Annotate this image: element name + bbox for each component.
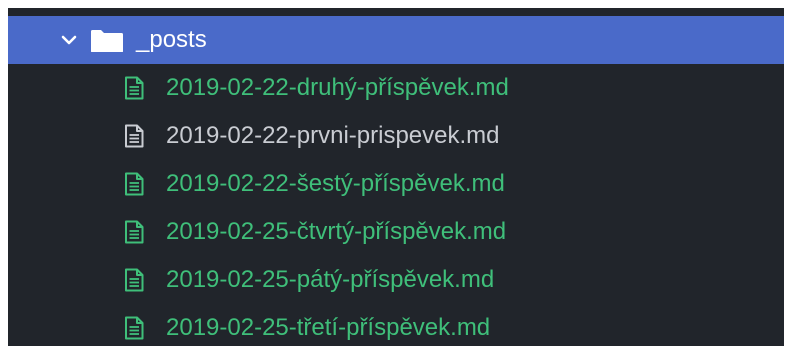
file-label: 2019-02-22-druhý-příspěvek.md (166, 74, 509, 101)
file-label: 2019-02-22-šestý-příspěvek.md (166, 170, 505, 197)
file-row[interactable]: 2019-02-22-druhý-příspěvek.md (8, 64, 784, 112)
folder-icon (91, 30, 123, 52)
file-text-icon (125, 268, 144, 292)
file-text-icon (125, 76, 144, 100)
file-text-icon (125, 172, 144, 196)
file-tree: _posts 2019-02-22-druhý-příspěvek.md 2019… (8, 8, 784, 346)
file-label: 2019-02-25-třetí-příspěvek.md (166, 314, 491, 341)
file-row[interactable]: 2019-02-22-šestý-příspěvek.md (8, 160, 784, 208)
file-text-icon (125, 316, 144, 340)
file-label: 2019-02-25-pátý-příspěvek.md (166, 266, 495, 293)
file-row[interactable]: 2019-02-25-třetí-příspěvek.md (8, 304, 784, 346)
file-row[interactable]: 2019-02-25-čtvrtý-příspěvek.md (8, 208, 784, 256)
folder-label: _posts (136, 26, 207, 53)
file-text-icon (125, 124, 144, 148)
file-label: 2019-02-22-prvni-prispevek.md (166, 122, 500, 149)
file-row[interactable]: 2019-02-22-prvni-prispevek.md (8, 112, 784, 160)
file-label: 2019-02-25-čtvrtý-příspěvek.md (166, 218, 507, 245)
file-row[interactable]: 2019-02-25-pátý-příspěvek.md (8, 256, 784, 304)
file-text-icon (125, 220, 144, 244)
folder-row-posts[interactable]: _posts (8, 16, 784, 64)
chevron-down-icon[interactable] (60, 31, 78, 49)
